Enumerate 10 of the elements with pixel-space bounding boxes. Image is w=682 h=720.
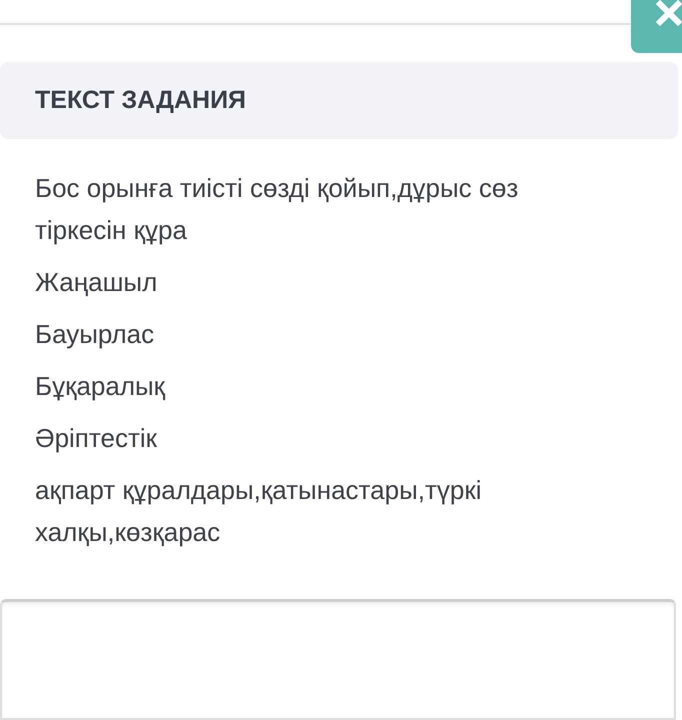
task-text: ақпарт құралдары,қатынастары,түркі халқы,көзқарас <box>35 474 483 550</box>
task-text: Бауырлас <box>35 318 156 352</box>
task-text: Бұқаралық <box>35 370 166 404</box>
answer-field[interactable] <box>0 599 676 720</box>
close-icon <box>656 0 682 26</box>
task-text: Жаңашыл <box>35 266 158 300</box>
close-button[interactable] <box>631 0 682 53</box>
task-text: Бос орынға тиісті сөзді қойып,дұрыс сөз тіркесін құра <box>35 172 520 248</box>
task-title: ТЕКСТ ЗАДАНИЯ <box>35 86 246 116</box>
task-text: Әріптестік <box>35 422 158 456</box>
